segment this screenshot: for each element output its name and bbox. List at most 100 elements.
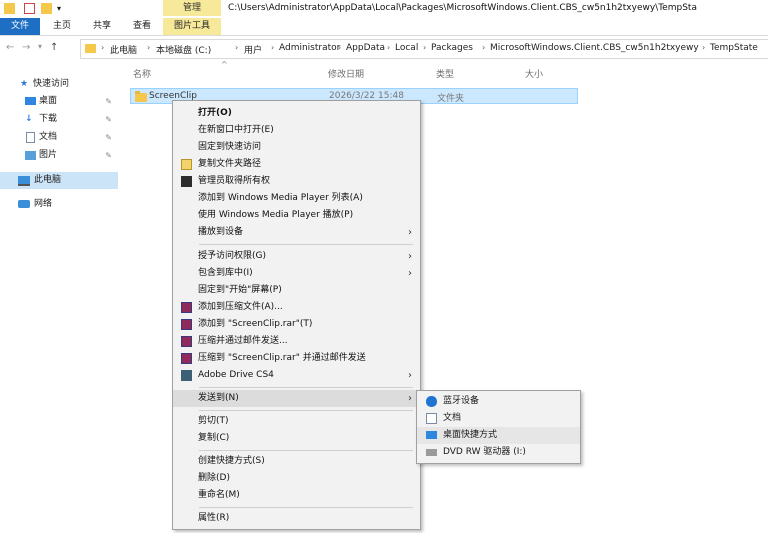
submenu-arrow-icon: › (408, 393, 412, 404)
ribbon-tabs: 文件 主页 共享 查看 图片工具 (0, 18, 768, 36)
forward-icon[interactable]: → (22, 42, 30, 53)
menu-item-copy-path[interactable]: 复制文件夹路径 (173, 156, 420, 173)
chevron-right-icon[interactable]: › (482, 43, 485, 52)
submenu-arrow-icon: › (408, 268, 412, 279)
chevron-right-icon[interactable]: › (338, 43, 341, 52)
menu-item-open[interactable]: 打开(O) (173, 105, 420, 122)
tab-home[interactable]: 主页 (44, 18, 80, 35)
nav-this-pc[interactable]: 此电脑 (0, 172, 118, 189)
menu-item-adobe-drive[interactable]: Adobe Drive CS4 › (173, 367, 420, 384)
menu-item-cast-to-device[interactable]: 播放到设备 › (173, 224, 420, 241)
admin-shield-icon (181, 176, 192, 187)
pin-icon[interactable]: ✎ (105, 147, 112, 164)
menu-item-add-archive[interactable]: 添加到压缩文件(A)... (173, 299, 420, 316)
nav-item-desktop[interactable]: 桌面 ✎ (0, 93, 118, 110)
back-icon[interactable]: ← (6, 42, 14, 53)
breadcrumb-item[interactable]: Packages (431, 43, 473, 53)
breadcrumb-item[interactable]: Administrator (279, 43, 340, 53)
menu-item-play-wmp[interactable]: 使用 Windows Media Player 播放(P) (173, 207, 420, 224)
column-header-name[interactable]: 名称 (133, 67, 151, 80)
address-bar[interactable]: › 此电脑 › 本地磁盘 (C:) › 用户 › Administrator ›… (80, 39, 768, 59)
breadcrumb-item[interactable]: MicrosoftWindows.Client.CBS_cw5n1h2txyew… (490, 43, 699, 53)
menu-item-grant-access[interactable]: 授予访问权限(G) › (173, 248, 420, 265)
up-icon[interactable]: ↑ (50, 42, 58, 53)
window-title: C:\Users\Administrator\AppData\Local\Pac… (228, 3, 697, 13)
title-bar: ▾ 管理 C:\Users\Administrator\AppData\Loca… (0, 0, 768, 18)
menu-item-cut[interactable]: 剪切(T) (173, 413, 420, 430)
star-icon: ★ (20, 79, 29, 89)
sort-indicator-icon: ^ (221, 60, 228, 69)
breadcrumb-item[interactable]: TempState (710, 43, 758, 53)
send-to-submenu: 蓝牙设备 文档 桌面快捷方式 DVD RW 驱动器 (I:) (416, 390, 581, 464)
chevron-right-icon[interactable]: › (235, 43, 238, 52)
chevron-right-icon[interactable]: › (423, 43, 426, 52)
submenu-arrow-icon: › (408, 370, 412, 381)
winrar-icon (181, 336, 192, 347)
submenu-item-desktop-shortcut[interactable]: 桌面快捷方式 (417, 427, 580, 444)
nav-label: 下载 (39, 114, 58, 124)
menu-separator (199, 244, 413, 245)
menu-item-compress-rar-email[interactable]: 压缩到 "ScreenClip.rar" 并通过邮件发送 (173, 350, 420, 367)
adobe-drive-icon (181, 370, 192, 381)
properties-icon[interactable] (24, 3, 35, 14)
column-header-size[interactable]: 大小 (525, 67, 543, 80)
tab-file[interactable]: 文件 (0, 18, 40, 35)
breadcrumb-item[interactable]: Local (395, 43, 418, 53)
address-folder-icon (85, 44, 96, 53)
tab-view[interactable]: 查看 (124, 18, 160, 35)
menu-item-open-new-window[interactable]: 在新窗口中打开(E) (173, 122, 420, 139)
chevron-right-icon[interactable]: › (101, 43, 104, 52)
pictures-icon (25, 151, 36, 160)
menu-item-pin-start[interactable]: 固定到"开始"屏幕(P) (173, 282, 420, 299)
column-header-type[interactable]: 类型 (436, 67, 454, 80)
menu-separator (199, 387, 413, 388)
menu-item-send-to[interactable]: 发送到(N) › (173, 390, 420, 407)
nav-label: 此电脑 (34, 175, 62, 185)
pin-icon[interactable]: ✎ (105, 129, 112, 146)
pin-icon[interactable]: ✎ (105, 111, 112, 128)
menu-item-add-rar[interactable]: 添加到 "ScreenClip.rar"(T) (173, 316, 420, 333)
menu-separator (199, 410, 413, 411)
pin-icon[interactable]: ✎ (105, 93, 112, 110)
menu-item-take-ownership[interactable]: 管理员取得所有权 (173, 173, 420, 190)
menu-item-pin-quick-access[interactable]: 固定到快速访问 (173, 139, 420, 156)
menu-item-create-shortcut[interactable]: 创建快捷方式(S) (173, 453, 420, 470)
customize-toolbar-icon[interactable]: ▾ (57, 3, 63, 14)
nav-label: 桌面 (39, 96, 58, 106)
menu-item-rename[interactable]: 重命名(M) (173, 487, 420, 504)
menu-item-delete[interactable]: 删除(D) (173, 470, 420, 487)
chevron-right-icon[interactable]: › (702, 43, 705, 52)
submenu-item-dvd-drive[interactable]: DVD RW 驱动器 (I:) (417, 444, 580, 461)
download-icon: ↓ (25, 114, 33, 124)
submenu-item-bluetooth[interactable]: 蓝牙设备 (417, 393, 580, 410)
breadcrumb-item[interactable]: AppData (346, 43, 385, 53)
winrar-icon (181, 353, 192, 364)
submenu-item-documents[interactable]: 文档 (417, 410, 580, 427)
menu-item-compress-email[interactable]: 压缩并通过邮件发送... (173, 333, 420, 350)
nav-label: 图片 (39, 150, 58, 160)
app-folder-icon (4, 3, 15, 14)
nav-item-pictures[interactable]: 图片 ✎ (0, 147, 118, 164)
nav-item-downloads[interactable]: ↓ 下载 ✎ (0, 111, 118, 128)
nav-item-documents[interactable]: 文档 ✎ (0, 129, 118, 146)
recent-dropdown-icon[interactable]: ▾ (38, 42, 42, 51)
submenu-arrow-icon: › (408, 227, 412, 238)
chevron-right-icon[interactable]: › (271, 43, 274, 52)
menu-item-add-wmp-list[interactable]: 添加到 Windows Media Player 列表(A) (173, 190, 420, 207)
chevron-right-icon[interactable]: › (147, 43, 150, 52)
nav-quick-access[interactable]: ★ 快速访问 (0, 76, 118, 93)
breadcrumb-item[interactable]: 此电脑 (110, 43, 137, 56)
tab-picture-tools[interactable]: 图片工具 (163, 18, 221, 35)
menu-separator (199, 450, 413, 451)
nav-label: 网络 (34, 199, 53, 209)
breadcrumb-item[interactable]: 本地磁盘 (C:) (156, 43, 211, 56)
tab-share[interactable]: 共享 (84, 18, 120, 35)
menu-item-copy[interactable]: 复制(C) (173, 430, 420, 447)
breadcrumb-item[interactable]: 用户 (244, 43, 262, 56)
menu-item-include-library[interactable]: 包含到库中(I) › (173, 265, 420, 282)
new-folder-icon[interactable] (41, 3, 52, 14)
column-header-date[interactable]: 修改日期 (328, 67, 364, 80)
nav-network[interactable]: 网络 (0, 196, 118, 213)
chevron-right-icon[interactable]: › (387, 43, 390, 52)
menu-item-properties[interactable]: 属性(R) (173, 510, 420, 527)
